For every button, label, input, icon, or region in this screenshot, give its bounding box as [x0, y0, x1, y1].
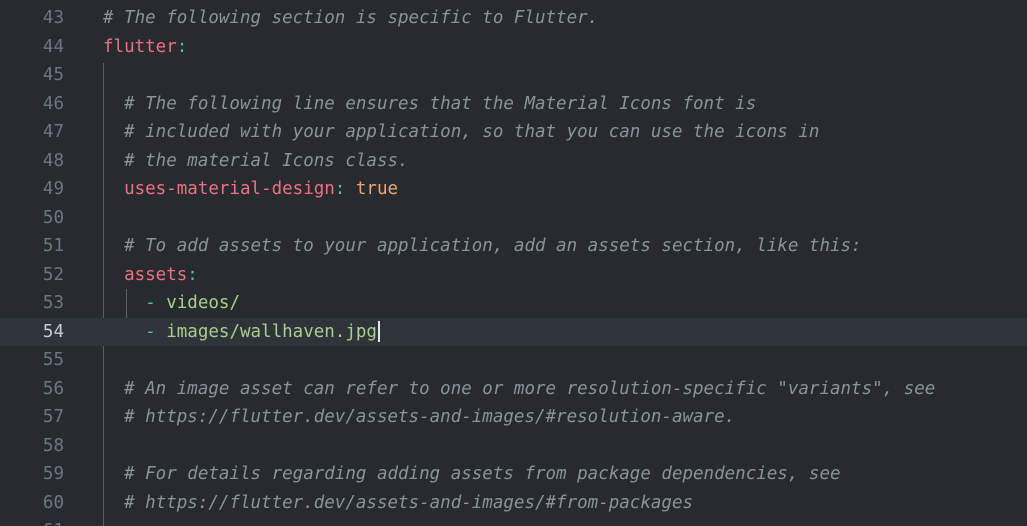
code-line[interactable]: 60 # https://flutter.dev/assets-and-imag… [0, 489, 1027, 518]
line-code: flutter: [103, 33, 187, 62]
line-code: assets: [103, 261, 198, 290]
code-line[interactable]: 49 uses-material-design: true [0, 175, 1027, 204]
code-line-active[interactable]: 54 - images/wallhaven.jpg [0, 317, 1027, 347]
line-number: 51 [42, 236, 64, 256]
code-line[interactable]: 59 # For details regarding adding assets… [0, 460, 1027, 489]
comment-token: # For details regarding adding assets fr… [124, 464, 841, 484]
line-code: # An image asset can refer to one or mor… [103, 375, 935, 404]
text-cursor [377, 321, 380, 342]
code-line[interactable]: 50 [0, 204, 1027, 233]
line-code: # the material Icons class. [103, 147, 409, 176]
line-number: 56 [42, 378, 64, 399]
boolean-token: true [355, 179, 399, 199]
line-code: # The following line ensures that the Ma… [103, 90, 756, 119]
line-number: 47 [42, 122, 64, 142]
key-token: assets [124, 264, 188, 285]
line-number: 43 [42, 8, 64, 28]
comment-token: # [124, 407, 146, 427]
line-number: 57 [42, 407, 64, 427]
line-code: uses-material-design: true [103, 175, 398, 204]
colon-token: : [334, 179, 356, 199]
line-code: # To add assets to your application, add… [103, 232, 862, 261]
list-dash-token: - [145, 321, 167, 342]
code-line[interactable]: 46 # The following line ensures that the… [0, 90, 1027, 119]
line-number: 45 [42, 65, 64, 85]
colon-token: : [176, 36, 188, 57]
line-code: - videos/ [103, 289, 240, 318]
line-code: # For details regarding adding assets fr… [103, 460, 841, 489]
line-number: 48 [42, 150, 64, 171]
code-line[interactable]: 58 [0, 432, 1027, 461]
code-line[interactable]: 51 # To add assets to your application, … [0, 232, 1027, 261]
code-line[interactable]: 47 # included with your application, so … [0, 118, 1027, 147]
key-token: uses-material-design [124, 179, 335, 199]
comment-token: # The following section is specific to F… [103, 8, 599, 28]
code-line[interactable]: 48 # the material Icons class. [0, 147, 1027, 176]
line-number: 60 [42, 492, 64, 513]
line-code: # included with your application, so tha… [103, 118, 819, 147]
url-link[interactable]: https://flutter.dev/assets-and-images/#f… [145, 493, 693, 513]
code-line[interactable]: 44 flutter: [0, 33, 1027, 62]
line-number: 49 [42, 179, 64, 199]
code-line[interactable]: 61 [0, 517, 1027, 526]
key-token: flutter [103, 36, 177, 57]
code-line[interactable]: 43 # The following section is specific to… [0, 4, 1027, 33]
line-number: 44 [42, 36, 64, 57]
code-line[interactable]: 45 [0, 61, 1027, 90]
code-line[interactable]: 53 - videos/ [0, 289, 1027, 318]
comment-token: # the material Icons class. [124, 150, 409, 171]
line-code: # https://flutter.dev/assets-and-images/… [103, 403, 735, 432]
line-number: 61 [0, 517, 64, 526]
line-number: 53 [42, 293, 64, 313]
comment-token: . [724, 407, 736, 427]
url-link[interactable]: https://flutter.dev/assets-and-images/#r… [145, 407, 724, 427]
code-line[interactable]: 55 [0, 346, 1027, 375]
code-line[interactable]: 52 assets: [0, 261, 1027, 290]
line-number: 46 [42, 93, 64, 114]
line-number: 54 [42, 321, 64, 342]
line-number: 52 [42, 264, 64, 285]
line-number: 55 [42, 350, 64, 370]
code-editor[interactable]: 43 # The following section is specific to… [0, 0, 1027, 526]
string-token: videos/ [166, 293, 240, 313]
comment-token: # The following line ensures that the Ma… [124, 93, 757, 114]
list-dash-token: - [145, 293, 167, 313]
line-number: 50 [42, 207, 64, 228]
comment-token: # included with your application, so tha… [124, 122, 820, 142]
line-number: 58 [42, 435, 64, 456]
comment-token: # To add assets to your application, add… [124, 236, 862, 256]
line-code: # The following section is specific to F… [103, 4, 598, 33]
line-code: - images/wallhaven.jpg [103, 318, 380, 347]
comment-token: # An image asset can refer to one or mor… [124, 378, 936, 399]
comment-token: # [124, 492, 146, 513]
colon-token: : [187, 264, 198, 285]
code-line[interactable]: 57 # https://flutter.dev/assets-and-imag… [0, 403, 1027, 432]
line-number: 59 [42, 464, 64, 484]
code-line[interactable]: 56 # An image asset can refer to one or … [0, 375, 1027, 404]
string-token: images/wallhaven.jpg [166, 321, 377, 342]
line-code: # https://flutter.dev/assets-and-images/… [103, 489, 693, 518]
